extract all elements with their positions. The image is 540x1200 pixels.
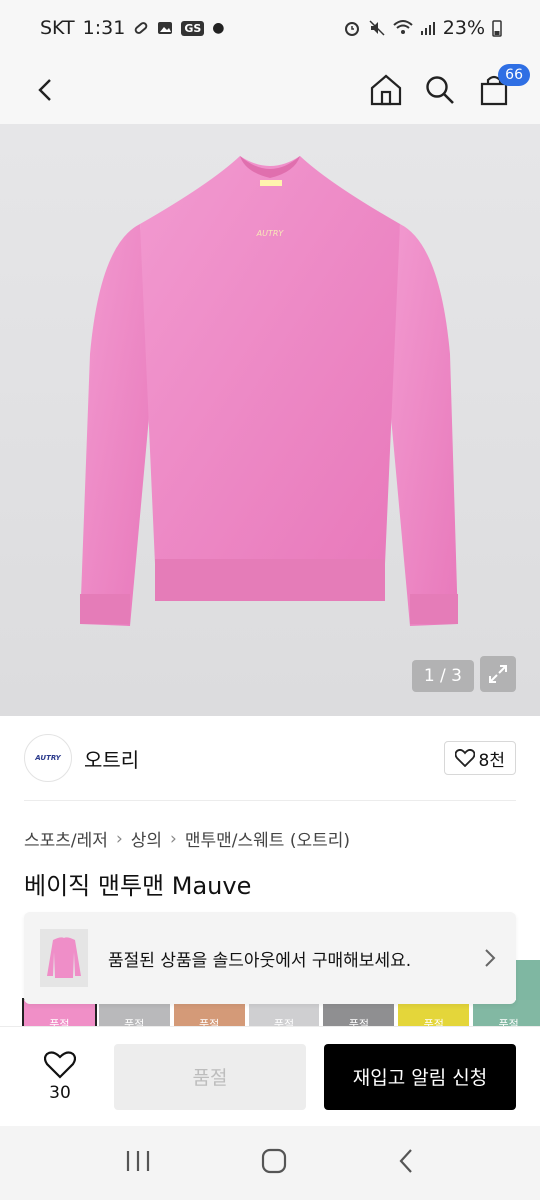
recent-apps-icon xyxy=(126,1151,150,1171)
expand-button[interactable] xyxy=(480,656,516,692)
carrier-label: SKT xyxy=(40,17,75,39)
android-home-icon xyxy=(261,1148,287,1174)
wish-count: 30 xyxy=(49,1082,71,1103)
svg-text:AUTRY: AUTRY xyxy=(256,229,285,238)
chevron-right-icon: › xyxy=(115,828,123,849)
brand-name[interactable]: 오트리 xyxy=(84,744,444,773)
brand-like-button[interactable]: 8천 xyxy=(443,741,516,775)
cart-count-badge: 66 xyxy=(498,64,530,86)
home-icon xyxy=(370,74,402,106)
product-image[interactable]: AUTRY 1 / 3 xyxy=(0,124,540,716)
dot-icon: ● xyxy=(212,20,225,36)
brand-logo[interactable]: AUTRY xyxy=(24,734,72,782)
soldout-banner[interactable]: 품절된 상품을 솔드아웃에서 구매해보세요. xyxy=(24,912,516,1004)
restock-notify-button[interactable]: 재입고 알림 신청 xyxy=(324,1043,516,1110)
android-back-icon xyxy=(399,1149,412,1173)
image-counter: 1 / 3 xyxy=(411,660,474,692)
gs-badge: GS xyxy=(181,20,205,36)
alarm-icon xyxy=(343,19,361,37)
heart-icon xyxy=(44,1050,76,1079)
wifi-icon xyxy=(393,19,413,37)
product-title: 베이직 맨투맨 Mauve xyxy=(24,872,252,900)
recent-apps-button[interactable] xyxy=(125,1149,151,1177)
breadcrumb-item-sports[interactable]: 스포츠/레저 xyxy=(24,826,108,851)
chevron-right-icon xyxy=(485,949,496,967)
back-icon xyxy=(38,79,51,101)
soldout-message: 품절된 상품을 솔드아웃에서 구매해보세요. xyxy=(108,950,412,971)
android-home-button[interactable] xyxy=(261,1148,287,1178)
android-back-button[interactable] xyxy=(397,1148,415,1178)
product-page: SKT 1:31 GS ● 23% 66 AUTRY 1 / 3 AUTRY 오… xyxy=(0,0,540,1200)
battery-label: 23% xyxy=(442,17,485,39)
soldout-thumbnail xyxy=(40,929,88,987)
brand-like-count: 8천 xyxy=(478,750,505,771)
signal-icon xyxy=(420,20,436,36)
breadcrumb-item-sweatshirts[interactable]: 맨투맨/스웨트 (오트리) xyxy=(185,826,350,851)
brand-row[interactable]: AUTRY 오트리 8천 xyxy=(24,733,516,783)
soldout-button[interactable]: 품절 xyxy=(114,1043,306,1110)
breadcrumb: 스포츠/레저 › 상의 › 맨투맨/스웨트 (오트리) xyxy=(24,826,350,852)
cart-button[interactable]: 66 xyxy=(472,64,530,112)
back-button[interactable] xyxy=(24,68,68,112)
search-icon xyxy=(426,76,454,104)
home-button[interactable] xyxy=(364,68,408,112)
system-nav-bar xyxy=(0,1126,540,1200)
mute-icon xyxy=(368,19,386,37)
expand-icon xyxy=(489,665,507,683)
time-label: 1:31 xyxy=(82,17,126,39)
top-nav: 66 xyxy=(0,56,540,124)
sweatshirt-image: AUTRY xyxy=(80,156,458,626)
image-icon xyxy=(157,20,173,36)
divider xyxy=(24,800,516,801)
breadcrumb-item-tops[interactable]: 상의 xyxy=(131,826,162,851)
heart-icon xyxy=(454,749,475,767)
wish-button[interactable]: 30 xyxy=(24,1050,96,1103)
chevron-right-icon: › xyxy=(170,828,177,849)
link-icon xyxy=(133,20,149,36)
status-bar: SKT 1:31 GS ● 23% xyxy=(0,0,540,56)
search-button[interactable] xyxy=(418,68,462,112)
brand-logo-text: AUTRY xyxy=(35,754,61,762)
battery-icon xyxy=(492,19,502,37)
bottom-action-bar: 30 품절 재입고 알림 신청 xyxy=(0,1026,540,1126)
